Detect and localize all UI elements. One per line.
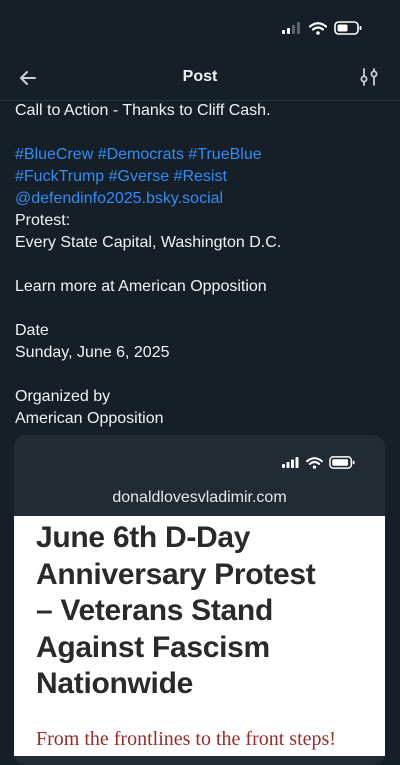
cellular-signal-icon — [282, 22, 300, 34]
organized-label: Organized by — [15, 388, 111, 405]
post-text-line: Call to Action - Thanks to Cliff Cash. — [15, 102, 271, 119]
status-icons — [282, 21, 362, 35]
embedded-status-bar — [14, 435, 385, 490]
hashtag-line[interactable]: #FuckTrump #Gverse #Resist — [15, 166, 385, 188]
headline-line: Against Fascism — [36, 630, 270, 664]
page-title: Post — [182, 68, 218, 85]
top-bar: Post — [0, 58, 400, 101]
battery-icon — [334, 21, 362, 35]
wifi-icon — [309, 21, 327, 35]
hashtag-line[interactable]: #BlueCrew #Democrats #TrueBlue — [15, 144, 385, 166]
feed-settings-button[interactable] — [358, 66, 380, 88]
cellular-signal-icon — [282, 457, 299, 468]
protest-label: Protest: — [15, 212, 71, 229]
embedded-subheadline: From the frontlines to the front steps! — [36, 728, 336, 750]
embedded-status-icons — [282, 456, 355, 469]
status-bar — [0, 0, 400, 58]
organized-value: American Opposition — [15, 410, 164, 427]
headline-line: Anniversary Protest — [36, 557, 316, 591]
embedded-url: donaldlovesvladimir.com — [112, 489, 287, 506]
date-value: Sunday, June 6, 2025 — [15, 344, 170, 361]
battery-icon — [329, 456, 355, 469]
post-body: Call to Action - Thanks to Cliff Cash. #… — [15, 100, 385, 430]
sliders-icon — [360, 68, 378, 86]
embedded-headline: June 6th D-Day Anniversary Protest – Vet… — [36, 520, 376, 703]
headline-line: Nationwide — [36, 667, 194, 700]
wifi-icon — [306, 456, 323, 469]
headline-line: – Veterans Stand — [36, 594, 273, 627]
mention-link[interactable]: @defendinfo2025.bsky.social — [15, 188, 385, 210]
headline-line: June 6th D-Day — [36, 521, 251, 554]
learn-more-text: Learn more at American Opposition — [15, 278, 267, 295]
date-label: Date — [15, 322, 49, 339]
protest-location: Every State Capital, Washington D.C. — [15, 234, 282, 251]
